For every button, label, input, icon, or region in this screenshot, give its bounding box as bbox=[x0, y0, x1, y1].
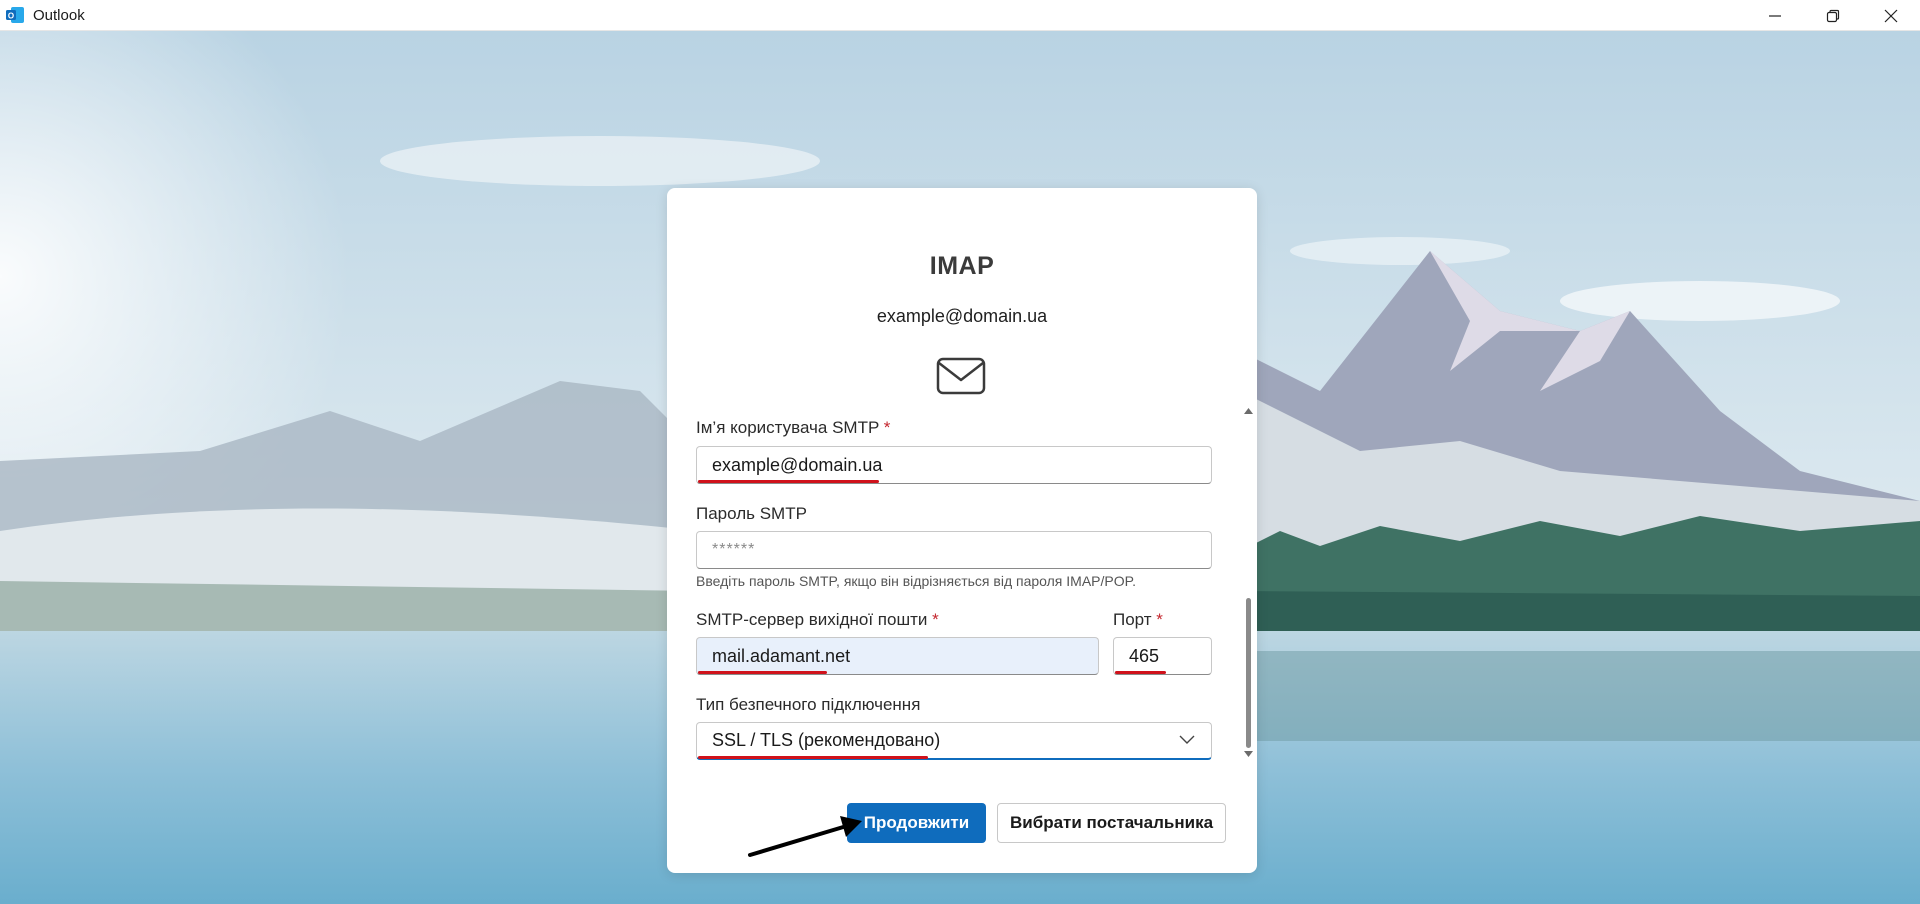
smtp-password-input[interactable]: ****** bbox=[696, 531, 1212, 569]
svg-text:O: O bbox=[8, 12, 14, 21]
security-type-label: Тип безпечного підключення bbox=[696, 695, 921, 714]
port-input[interactable]: 465 bbox=[1113, 637, 1212, 675]
restore-button[interactable] bbox=[1804, 0, 1862, 31]
smtp-password-hint: Введіть пароль SMTP, якщо він відрізняєт… bbox=[696, 573, 1137, 589]
smtp-username-input[interactable]: example@domain.ua bbox=[696, 446, 1212, 484]
security-type-select[interactable]: SSL / TLS (рекомендовано) bbox=[696, 722, 1212, 760]
outlook-app-icon: O bbox=[6, 7, 24, 23]
chevron-down-icon bbox=[1179, 735, 1195, 744]
required-mark: * bbox=[883, 418, 891, 437]
port-label: Порт * bbox=[1113, 610, 1163, 630]
title-bar: O Outlook bbox=[0, 0, 1920, 31]
smtp-username-value: example@domain.ua bbox=[712, 454, 883, 475]
minimize-button[interactable] bbox=[1746, 0, 1804, 31]
annotation-underline bbox=[698, 480, 879, 483]
minimize-icon bbox=[1769, 14, 1781, 17]
scroll-down-arrow-icon[interactable] bbox=[1244, 751, 1253, 758]
restore-icon bbox=[1826, 9, 1840, 22]
smtp-server-label: SMTP-сервер вихідної пошти * bbox=[696, 610, 939, 630]
choose-provider-button[interactable]: Вибрати постачальника bbox=[997, 803, 1226, 843]
required-mark: * bbox=[932, 610, 939, 629]
smtp-password-placeholder: ****** bbox=[712, 541, 756, 558]
required-mark: * bbox=[1156, 610, 1163, 629]
smtp-password-label: Пароль SMTP bbox=[696, 504, 807, 523]
window-title: Outlook bbox=[33, 6, 85, 24]
envelope-icon bbox=[936, 357, 986, 395]
annotation-underline bbox=[1115, 671, 1166, 674]
account-settings-dialog: IMAP example@domain.ua Ім’я користувача … bbox=[667, 188, 1257, 873]
smtp-server-input[interactable]: mail.adamant.net bbox=[696, 637, 1099, 675]
smtp-server-label-text: SMTP-сервер вихідної пошти bbox=[696, 610, 928, 629]
account-email: example@domain.ua bbox=[876, 306, 1048, 326]
smtp-server-value: mail.adamant.net bbox=[712, 645, 851, 666]
annotation-underline bbox=[698, 756, 928, 759]
port-value: 465 bbox=[1129, 645, 1160, 666]
port-label-text: Порт bbox=[1113, 610, 1152, 629]
scroll-up-arrow-icon[interactable] bbox=[1244, 407, 1253, 414]
smtp-username-label: Ім’я користувача SMTP * bbox=[696, 418, 890, 438]
annotation-underline bbox=[698, 671, 827, 674]
dialog-title: IMAP bbox=[929, 252, 995, 280]
close-icon bbox=[1884, 9, 1898, 22]
close-window-button[interactable] bbox=[1862, 0, 1920, 31]
scrollbar-thumb[interactable] bbox=[1246, 598, 1251, 748]
annotation-arrow-icon bbox=[748, 816, 862, 857]
smtp-username-label-text: Ім’я користувача SMTP bbox=[696, 418, 879, 437]
security-type-value: SSL / TLS (рекомендовано) bbox=[712, 730, 941, 750]
